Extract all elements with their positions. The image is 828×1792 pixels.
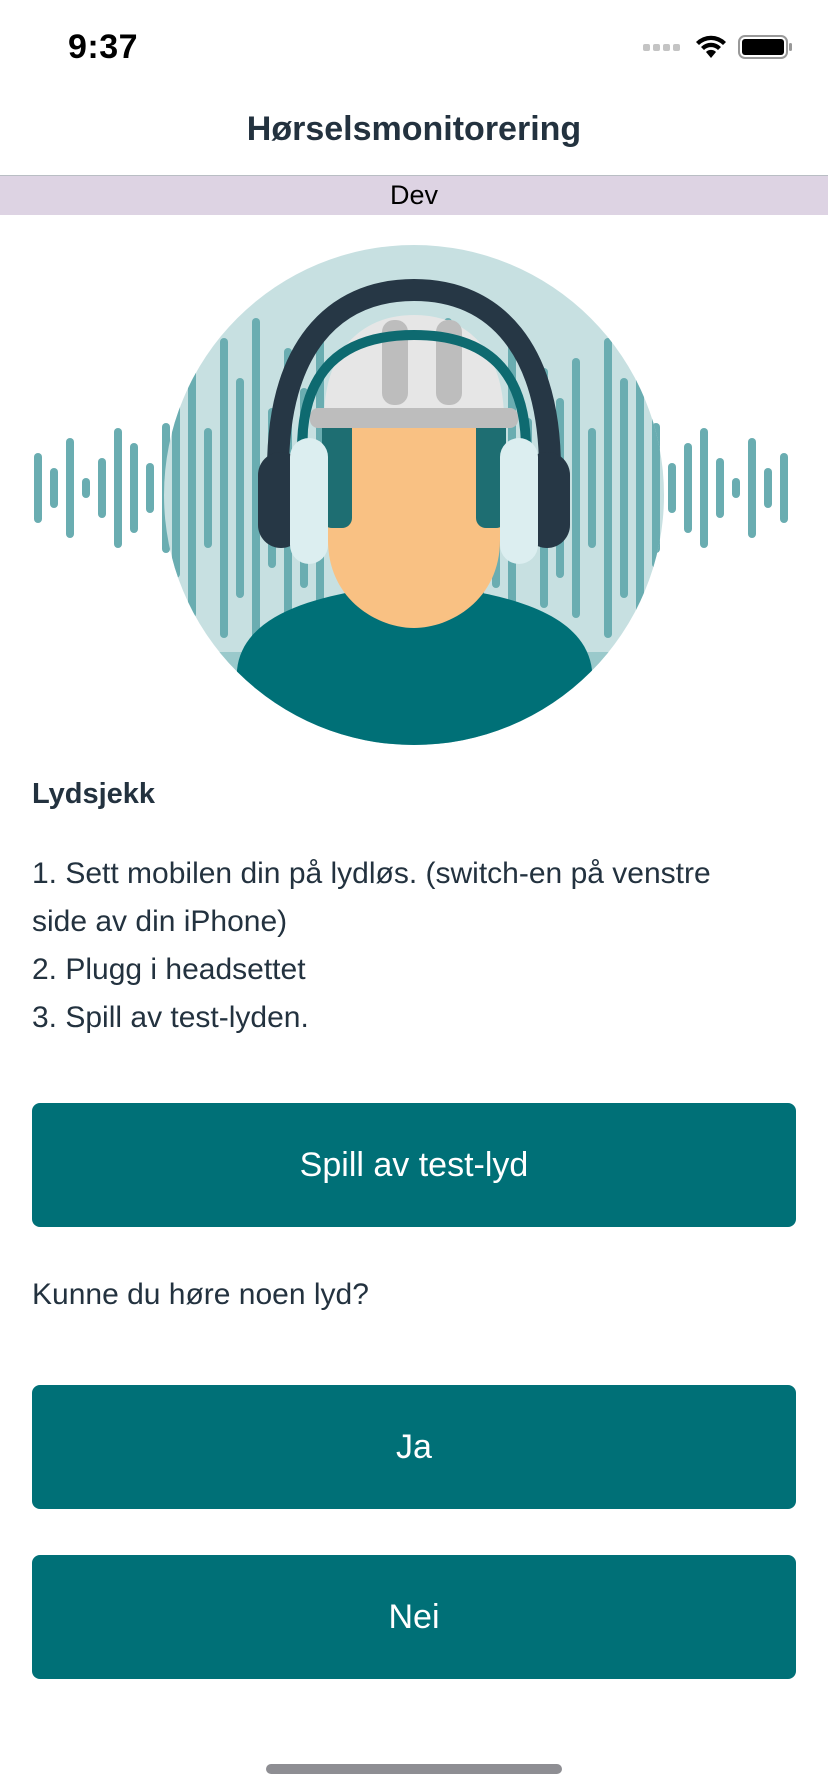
- sound-wave-bar: [188, 358, 196, 618]
- instruction-line: 3. Spill av test-lyden.: [32, 1001, 309, 1034]
- status-icons: [643, 34, 794, 60]
- sound-wave-bar: [684, 443, 692, 533]
- status-bar: 9:37: [0, 0, 828, 100]
- section-title: Lydsjekk: [32, 778, 156, 810]
- environment-banner: Dev: [0, 176, 828, 215]
- worker-headphones-illustration: [34, 245, 788, 745]
- sound-wave-bar: [716, 458, 724, 518]
- instructions-list: 1. Sett mobilen din på lydløs. (switch-e…: [32, 850, 796, 1042]
- sound-wave-bar: [172, 398, 180, 578]
- page-title: Hørselsmonitorering: [246, 110, 582, 148]
- sound-wave-bar: [204, 428, 212, 548]
- sound-wave-bar: [82, 478, 90, 498]
- sound-wave-bar: [732, 478, 740, 498]
- sound-wave-bar: [146, 463, 154, 513]
- sound-wave-bar: [604, 338, 612, 638]
- sound-wave-bar: [620, 378, 628, 598]
- sound-wave-bar: [572, 358, 580, 618]
- sound-wave-bar: [700, 428, 708, 548]
- hero-illustration: [32, 240, 796, 750]
- sound-wave-bar: [50, 468, 58, 508]
- status-time: 9:37: [68, 28, 139, 66]
- wifi-icon: [696, 35, 726, 58]
- home-indicator[interactable]: [266, 1764, 562, 1774]
- sound-wave-bar: [98, 458, 106, 518]
- sound-wave-bar: [220, 338, 228, 638]
- sound-wave-bar: [130, 443, 138, 533]
- instruction-line: side av din iPhone): [32, 905, 288, 938]
- sound-wave-bar: [748, 438, 756, 538]
- sound-wave-bar: [66, 438, 74, 538]
- helmet-brim: [310, 408, 518, 428]
- instruction-line: 1. Sett mobilen din på lydløs. (switch-e…: [32, 857, 711, 890]
- signal-icon: [643, 43, 680, 51]
- sound-wave-bar: [668, 463, 676, 513]
- sound-wave-bar: [34, 453, 42, 523]
- sound-wave-bar: [636, 318, 644, 658]
- sound-wave-bar: [764, 468, 772, 508]
- no-button[interactable]: Nei: [32, 1555, 796, 1679]
- sound-wave-bar: [114, 428, 122, 548]
- sound-wave-bar: [236, 378, 244, 598]
- navigation-bar: Hørselsmonitorering: [0, 100, 828, 176]
- battery-icon: [738, 35, 792, 59]
- yes-button[interactable]: Ja: [32, 1385, 796, 1509]
- hearing-question: Kunne du høre noen lyd?: [32, 1278, 369, 1311]
- worker-face: [328, 410, 500, 628]
- play-test-sound-button[interactable]: Spill av test-lyd: [32, 1103, 796, 1227]
- sound-wave-bar: [588, 428, 596, 548]
- instruction-line: 2. Plugg i headsettet: [32, 953, 306, 986]
- sound-wave-bar: [780, 453, 788, 523]
